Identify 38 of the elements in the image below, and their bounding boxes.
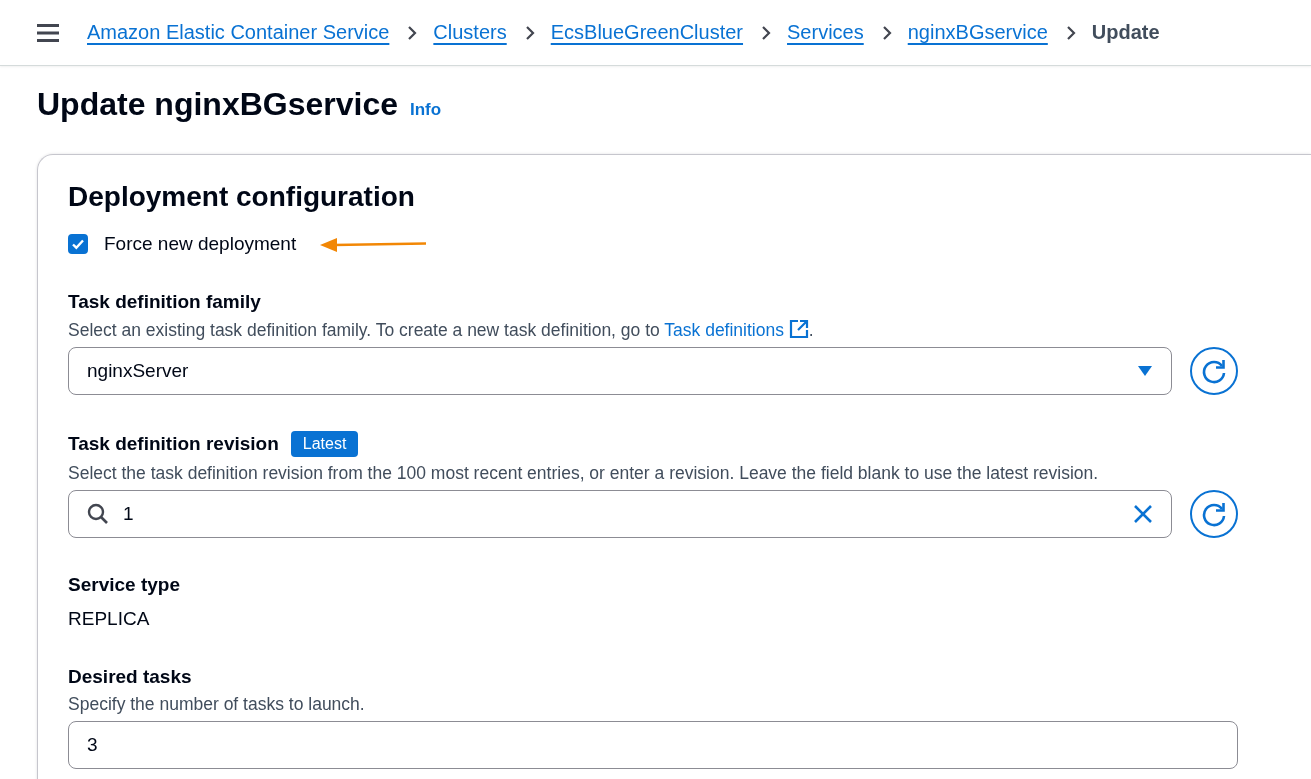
input-field[interactable]: 3 [68, 721, 1238, 769]
field-description: Select an existing task definition family. To create a new task definition, go to Task definitions . [68, 319, 815, 341]
refresh-icon [1200, 357, 1228, 385]
chevron-right-icon [881, 24, 892, 41]
checkbox[interactable] [68, 234, 88, 254]
breadcrumb-current: Update [1091, 21, 1160, 44]
breadcrumb-link[interactable]: Clusters [433, 21, 507, 44]
chevron-right-icon [1065, 24, 1076, 41]
breadcrumb-link[interactable]: Services [787, 21, 864, 44]
search-field[interactable]: 1 [68, 490, 1172, 538]
external-link-icon [788, 319, 809, 339]
field-label: Task definition revision [68, 433, 279, 455]
info-link[interactable]: Info [410, 100, 442, 120]
field-value: REPLICA [68, 608, 151, 630]
caret-down-icon [1137, 365, 1153, 377]
field-description: Specify the number of tasks to launch. [68, 694, 366, 715]
clear-icon[interactable] [1133, 504, 1153, 524]
latest-badge: Latest [290, 431, 359, 457]
section-heading: Deployment configuration [68, 181, 416, 213]
field-label: Desired tasks [68, 666, 192, 688]
chevron-right-icon [524, 24, 535, 41]
field-description: Select the task definition revision from the 100 most recent entries, or enter a revision. Leave the field blank to use the latest revision. [68, 463, 1100, 484]
select-field[interactable]: nginxServer [68, 347, 1172, 395]
chevron-right-icon [761, 24, 772, 41]
field-label: Service type [68, 574, 180, 596]
search-icon [87, 503, 109, 525]
breadcrumb-link[interactable]: nginxBGservice [907, 21, 1048, 44]
page-title: Update nginxBGservice [37, 86, 398, 123]
chevron-right-icon [407, 24, 418, 41]
field-label: Task definition family [68, 291, 261, 313]
breadcrumb-link[interactable]: Amazon Elastic Container Service [87, 21, 390, 44]
checkbox-label: Force new deployment [104, 233, 297, 255]
refresh-button[interactable] [1190, 490, 1238, 538]
task-definitions-link[interactable]: Task definitions [664, 320, 809, 340]
refresh-icon [1200, 500, 1228, 528]
menu-icon[interactable] [37, 23, 59, 42]
refresh-button[interactable] [1190, 347, 1238, 395]
breadcrumb-link[interactable]: EcsBlueGreenCluster [550, 21, 744, 44]
